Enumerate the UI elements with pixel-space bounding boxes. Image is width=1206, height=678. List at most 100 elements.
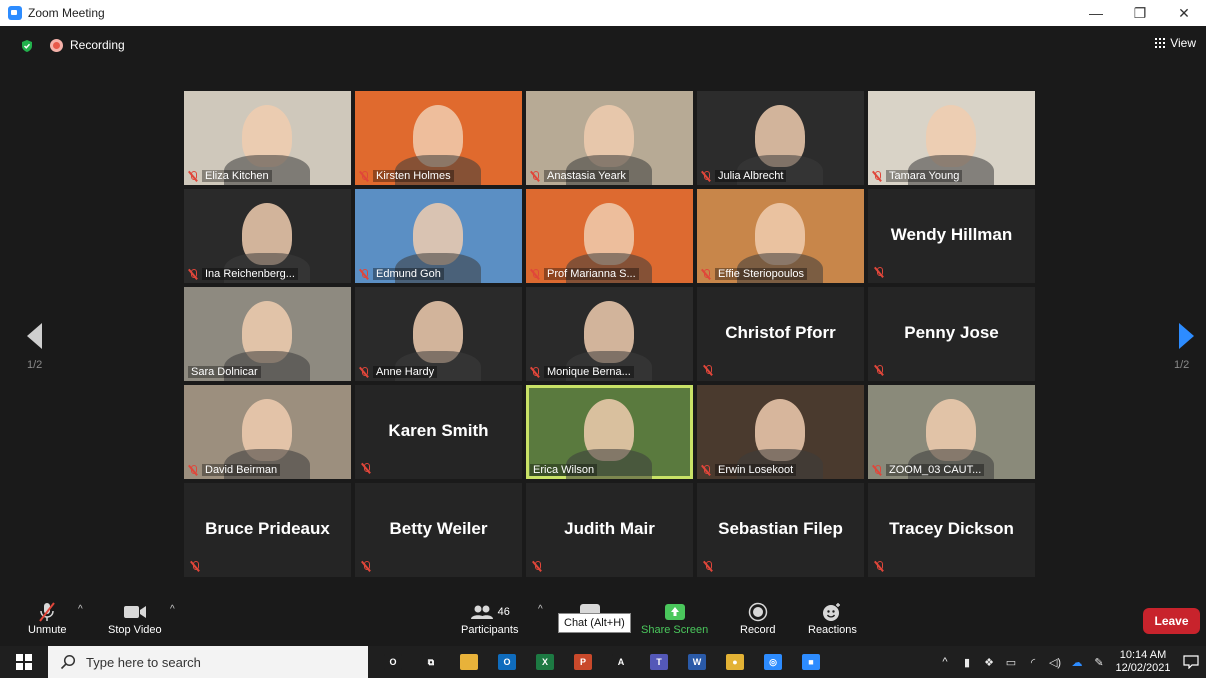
- participant-name: Judith Mair: [564, 519, 655, 538]
- participants-icon: [470, 605, 493, 619]
- cortana-glyph: O: [384, 654, 402, 670]
- participant-tile[interactable]: Sebastian Filep: [697, 483, 864, 577]
- chrome-icon[interactable]: ●: [716, 646, 754, 678]
- network-app-icon[interactable]: ◎: [754, 646, 792, 678]
- restore-button[interactable]: ❐: [1118, 0, 1162, 26]
- view-button[interactable]: View: [1155, 36, 1196, 50]
- zoom-taskbar-icon[interactable]: ■: [792, 646, 830, 678]
- microphone-tray-icon[interactable]: ▮: [956, 646, 978, 678]
- participant-tile[interactable]: Wendy Hillman: [868, 189, 1035, 283]
- word-icon[interactable]: W: [678, 646, 716, 678]
- stop-video-button[interactable]: Stop Video: [108, 600, 162, 636]
- participant-name: Monique Berna...: [544, 366, 634, 378]
- participant-name: Wendy Hillman: [890, 225, 1013, 244]
- next-page-arrow-icon[interactable]: [1179, 323, 1194, 349]
- task-view-icon[interactable]: ⧉: [412, 646, 450, 678]
- cortana-icon[interactable]: O: [374, 646, 412, 678]
- participant-tile[interactable]: Julia Albrecht: [697, 91, 864, 185]
- participant-name-label: Anne Hardy: [359, 366, 438, 378]
- task-view-glyph: ⧉: [422, 654, 440, 670]
- wifi-icon[interactable]: ◜: [1022, 646, 1044, 678]
- participant-tile[interactable]: Karen Smith: [355, 385, 522, 479]
- participant-tile[interactable]: Erica Wilson: [526, 385, 693, 479]
- stop-video-label: Stop Video: [108, 624, 162, 636]
- file-explorer-glyph: [460, 654, 478, 670]
- taskbar-search-box[interactable]: Type here to search: [48, 646, 368, 678]
- file-explorer-icon[interactable]: [450, 646, 488, 678]
- dropbox-icon[interactable]: ❖: [978, 646, 1000, 678]
- acrobat-icon[interactable]: A: [602, 646, 640, 678]
- recording-dot-icon: [50, 38, 63, 52]
- reactions-button[interactable]: Reactions: [808, 600, 857, 636]
- participant-name-label: Sara Dolnicar: [188, 366, 261, 378]
- participant-name: Eliza Kitchen: [202, 170, 272, 182]
- minimize-button[interactable]: —: [1074, 0, 1118, 26]
- participant-tile[interactable]: Erwin Losekoot: [697, 385, 864, 479]
- participant-tile[interactable]: David Beirman: [184, 385, 351, 479]
- participant-tile[interactable]: ZOOM_03 CAUT...: [868, 385, 1035, 479]
- pen-icon[interactable]: ✎: [1088, 646, 1110, 678]
- participant-tile[interactable]: Eliza Kitchen: [184, 91, 351, 185]
- clock-date: 12/02/2021: [1115, 662, 1171, 674]
- participant-tile[interactable]: Tracey Dickson: [868, 483, 1035, 577]
- muted-mic-icon: [872, 170, 882, 182]
- meeting-toolbar: Unmute ^ Stop Video ^ 46 Participants ^: [0, 596, 1206, 646]
- participant-tile[interactable]: Ina Reichenberg...: [184, 189, 351, 283]
- participant-name: Betty Weiler: [389, 519, 488, 538]
- video-options-caret-icon[interactable]: ^: [170, 604, 175, 615]
- excel-glyph: X: [536, 654, 554, 670]
- participant-tile[interactable]: Anastasia Yeark: [526, 91, 693, 185]
- share-screen-button[interactable]: Share Screen: [641, 600, 708, 636]
- recording-indicator[interactable]: Recording: [50, 38, 125, 52]
- participant-tile[interactable]: Betty Weiler: [355, 483, 522, 577]
- record-button[interactable]: Record: [740, 600, 775, 636]
- participants-label: Participants: [461, 624, 519, 636]
- muted-mic-icon: [188, 170, 198, 182]
- participant-tile[interactable]: Bruce Prideaux: [184, 483, 351, 577]
- show-hidden-icons-icon[interactable]: ^: [934, 646, 956, 678]
- microphone-muted-icon: [37, 600, 57, 624]
- teams-icon[interactable]: T: [640, 646, 678, 678]
- participant-name-label: Ina Reichenberg...: [188, 268, 298, 280]
- notification-center-icon[interactable]: [1176, 646, 1206, 678]
- participant-tile[interactable]: Kirsten Holmes: [355, 91, 522, 185]
- muted-mic-icon: [703, 561, 713, 572]
- excel-icon[interactable]: X: [526, 646, 564, 678]
- leave-button[interactable]: Leave: [1143, 608, 1200, 634]
- participant-name: Erwin Losekoot: [715, 464, 797, 476]
- participant-tile[interactable]: Effie Steriopoulos: [697, 189, 864, 283]
- volume-icon[interactable]: ◁): [1044, 646, 1066, 678]
- participant-tile[interactable]: Monique Berna...: [526, 287, 693, 381]
- muted-mic-icon: [701, 464, 711, 476]
- security-shield-icon[interactable]: [20, 39, 34, 53]
- search-placeholder: Type here to search: [86, 654, 201, 670]
- muted-mic-icon: [361, 561, 371, 572]
- participant-tile[interactable]: Edmund Goh: [355, 189, 522, 283]
- participant-tile[interactable]: Anne Hardy: [355, 287, 522, 381]
- close-button[interactable]: ✕: [1162, 0, 1206, 26]
- unmute-button[interactable]: Unmute: [28, 600, 67, 636]
- participant-tile[interactable]: Judith Mair: [526, 483, 693, 577]
- previous-page-arrow-icon[interactable]: [27, 323, 42, 349]
- powerpoint-icon[interactable]: P: [564, 646, 602, 678]
- participant-name: Tracey Dickson: [889, 519, 1014, 538]
- participant-tile[interactable]: Prof Marianna S...: [526, 189, 693, 283]
- battery-icon[interactable]: ▭: [1000, 646, 1022, 678]
- windows-logo-icon: [16, 654, 32, 670]
- participant-tile[interactable]: Tamara Young: [868, 91, 1035, 185]
- participants-options-caret-icon[interactable]: ^: [538, 604, 543, 615]
- participant-tile[interactable]: Penny Jose: [868, 287, 1035, 381]
- participant-name: Sara Dolnicar: [188, 366, 261, 378]
- muted-mic-icon: [190, 561, 200, 572]
- onedrive-icon[interactable]: ☁: [1066, 646, 1088, 678]
- muted-mic-icon: [532, 561, 542, 572]
- participant-tile[interactable]: Sara Dolnicar: [184, 287, 351, 381]
- participant-name-label: Kirsten Holmes: [359, 170, 454, 182]
- start-button[interactable]: [0, 646, 48, 678]
- participants-button[interactable]: 46 Participants: [461, 600, 518, 636]
- participant-tile[interactable]: Christof Pforr: [697, 287, 864, 381]
- outlook-icon[interactable]: O: [488, 646, 526, 678]
- audio-options-caret-icon[interactable]: ^: [78, 604, 83, 615]
- taskbar-clock[interactable]: 10:14 AM 12/02/2021: [1110, 649, 1176, 675]
- acrobat-glyph: A: [612, 654, 630, 670]
